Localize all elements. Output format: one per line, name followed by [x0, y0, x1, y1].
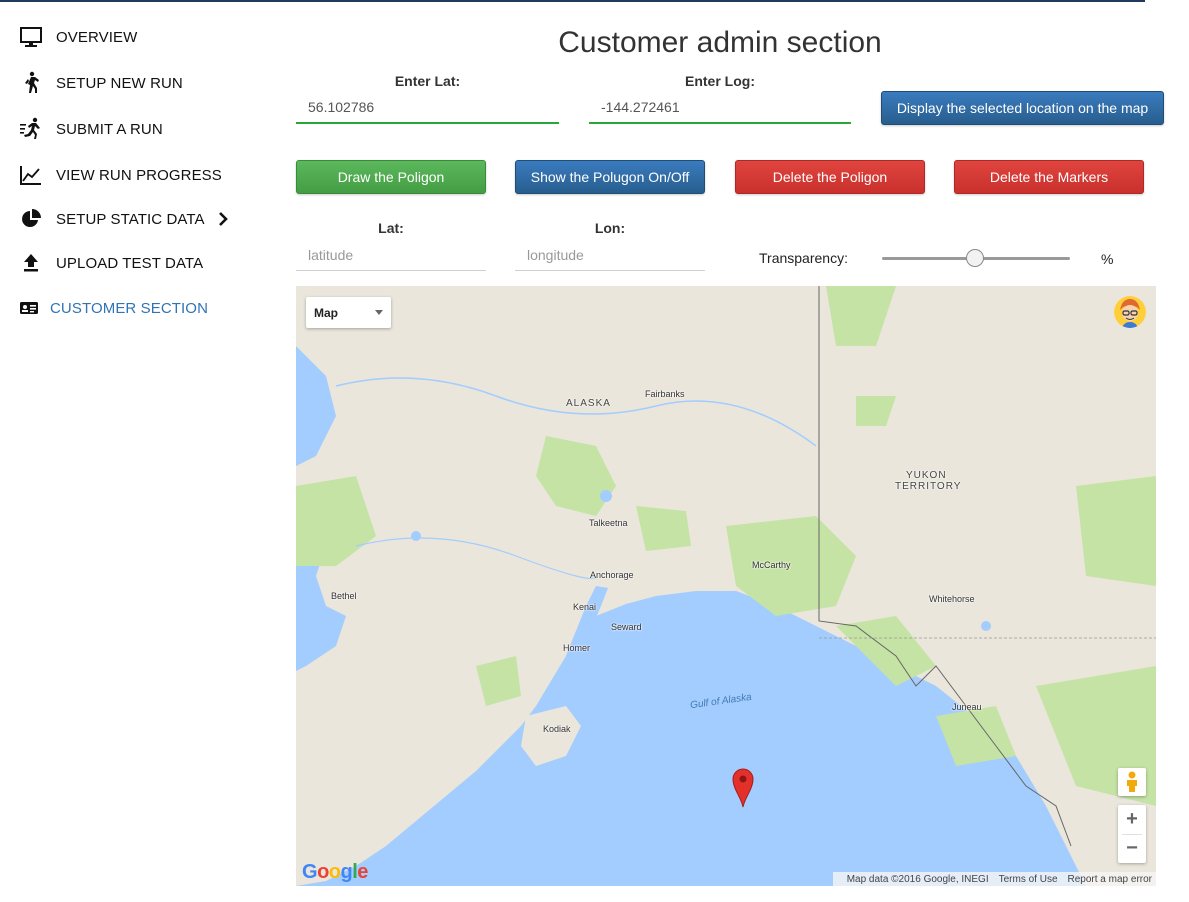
map-label-kenai: Kenai	[573, 602, 597, 612]
user-avatar-icon[interactable]	[1114, 296, 1146, 328]
lat-input[interactable]	[296, 239, 486, 271]
map-label-yukon: YUKON	[906, 470, 947, 481]
pegman-icon	[1127, 771, 1137, 792]
delete-markers-button[interactable]: Delete the Markers	[954, 160, 1144, 194]
map-view[interactable]: Map ALASKA Fairbanks YUKON TERRITORY Tal…	[296, 286, 1156, 886]
sidebar-item-label: SETUP STATIC DATA	[56, 210, 205, 228]
map-label-kodiak: Kodiak	[543, 724, 571, 734]
transparency-label: Transparency:	[759, 250, 848, 266]
page-title: Customer admin section	[558, 26, 882, 59]
map-label-anchorage: Anchorage	[590, 570, 634, 580]
sidebar-item-setup-new-run[interactable]: SETUP NEW RUN	[0, 63, 260, 103]
chevron-right-icon[interactable]	[214, 209, 234, 229]
zoom-in-button[interactable]: +	[1118, 805, 1146, 834]
transparency-unit: %	[1101, 251, 1114, 267]
enter-lat-input[interactable]	[296, 92, 559, 124]
map-label-territory: TERRITORY	[895, 481, 962, 492]
map-data-credit: Map data ©2016 Google, INEGI	[846, 873, 989, 885]
street-view-pegman-button[interactable]	[1118, 768, 1146, 796]
map-label-seward: Seward	[611, 622, 642, 632]
zoom-out-button[interactable]: −	[1118, 834, 1146, 863]
delete-polygon-button[interactable]: Delete the Poligon	[735, 160, 925, 194]
transparency-slider-thumb[interactable]	[966, 249, 984, 267]
map-label-talkeetna: Talkeetna	[589, 518, 628, 528]
sidebar-item-customer-section[interactable]: CUSTOMER SECTION	[0, 288, 260, 328]
top-border	[0, 0, 1145, 2]
zoom-controls: + −	[1118, 805, 1146, 863]
monitor-icon	[18, 24, 44, 50]
enter-log-label: Enter Log:	[685, 73, 755, 89]
enter-log-input[interactable]	[589, 92, 851, 124]
sidebar-item-label: VIEW RUN PROGRESS	[56, 166, 222, 184]
sidebar-item-overview[interactable]: OVERVIEW	[0, 17, 260, 57]
display-location-button[interactable]: Display the selected location on the map	[881, 91, 1164, 125]
map-label-homer: Homer	[563, 643, 591, 653]
report-map-error-link[interactable]: Report a map error	[1068, 874, 1152, 885]
enter-lat-label: Enter Lat:	[394, 73, 461, 89]
caret-down-icon	[375, 310, 383, 315]
lon-input[interactable]	[515, 239, 705, 271]
map-label-bethel: Bethel	[331, 591, 357, 601]
sidebar-item-upload-test-data[interactable]: UPLOAD TEST DATA	[0, 243, 260, 283]
running-person-icon	[18, 116, 44, 142]
toggle-polygon-button[interactable]: Show the Polugon On/Off	[515, 160, 705, 194]
id-card-icon	[16, 295, 42, 321]
map-label-juneau: Juneau	[952, 702, 982, 712]
google-logo: Google	[302, 861, 368, 883]
sidebar-item-label: UPLOAD TEST DATA	[56, 254, 204, 272]
sidebar-item-submit-run[interactable]: SUBMIT A RUN	[0, 109, 260, 149]
lon-label: Lon:	[594, 220, 626, 236]
sidebar-item-label: CUSTOMER SECTION	[50, 299, 209, 317]
map-attribution: Map data ©2016 Google, INEGI Terms of Us…	[832, 872, 1156, 886]
sidebar-item-label: SUBMIT A RUN	[56, 120, 163, 138]
map-marker-icon[interactable]	[732, 767, 754, 809]
draw-polygon-button[interactable]: Draw the Poligon	[296, 160, 486, 194]
map-base-layer	[296, 286, 1156, 886]
sidebar-item-label: OVERVIEW	[56, 28, 138, 46]
map-type-select[interactable]: Map	[306, 297, 391, 328]
map-label-alaska: ALASKA	[566, 398, 611, 409]
walking-person-icon	[18, 70, 44, 96]
map-label-whitehorse: Whitehorse	[929, 594, 975, 604]
map-type-label: Map	[314, 306, 338, 320]
terms-of-use-link[interactable]: Terms of Use	[999, 874, 1058, 885]
map-label-mccarthy: McCarthy	[752, 560, 791, 570]
line-chart-icon	[18, 162, 44, 188]
sidebar-item-view-run-progress[interactable]: VIEW RUN PROGRESS	[0, 155, 260, 195]
sidebar-item-label: SETUP NEW RUN	[56, 74, 183, 92]
map-label-fairbanks: Fairbanks	[645, 389, 685, 399]
sidebar-item-setup-static-data[interactable]: SETUP STATIC DATA	[0, 199, 260, 239]
pie-chart-icon	[18, 206, 44, 232]
upload-icon	[18, 250, 44, 276]
lat-label: Lat:	[378, 220, 404, 236]
